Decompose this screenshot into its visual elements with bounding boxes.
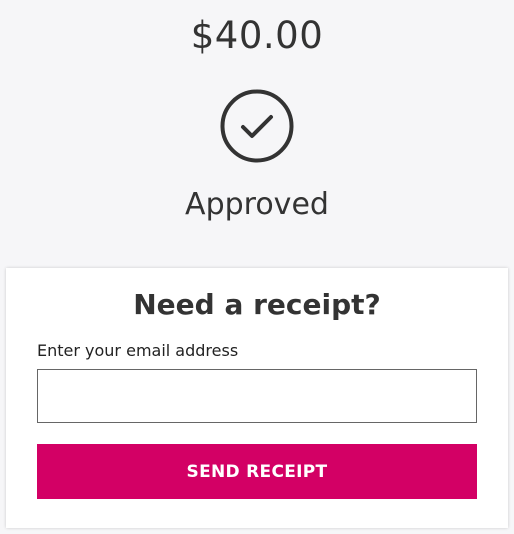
- send-receipt-button[interactable]: SEND RECEIPT: [37, 444, 477, 499]
- payment-amount: $40.00: [190, 14, 324, 57]
- check-circle-icon: [219, 88, 295, 164]
- receipt-card: Need a receipt? Enter your email address…: [6, 268, 508, 528]
- email-label: Enter your email address: [37, 341, 239, 360]
- email-field[interactable]: [37, 369, 477, 423]
- receipt-title: Need a receipt?: [133, 288, 381, 321]
- payment-status: Approved: [185, 187, 329, 222]
